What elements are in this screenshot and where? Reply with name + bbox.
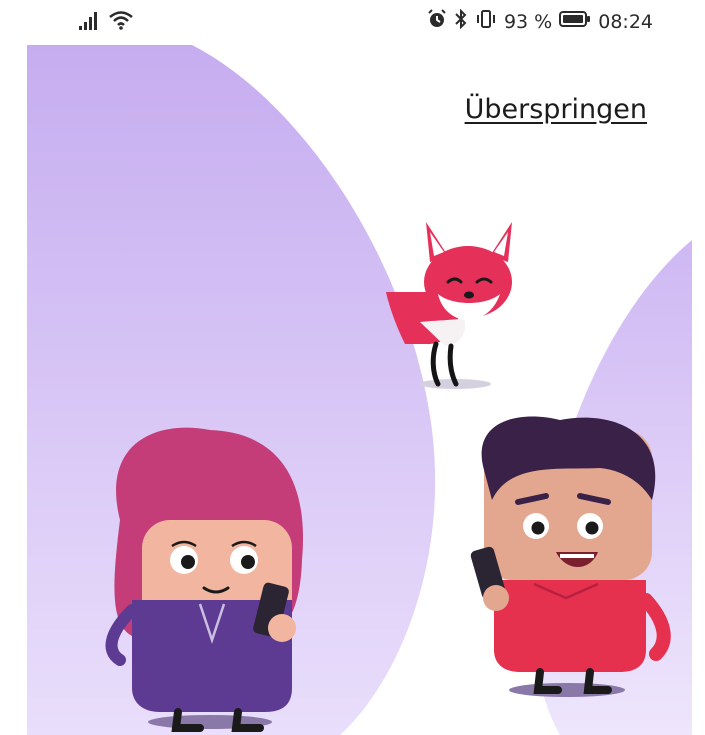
woman-character	[105, 427, 304, 732]
skip-link[interactable]: Überspringen	[465, 94, 647, 125]
man-character	[470, 416, 671, 697]
